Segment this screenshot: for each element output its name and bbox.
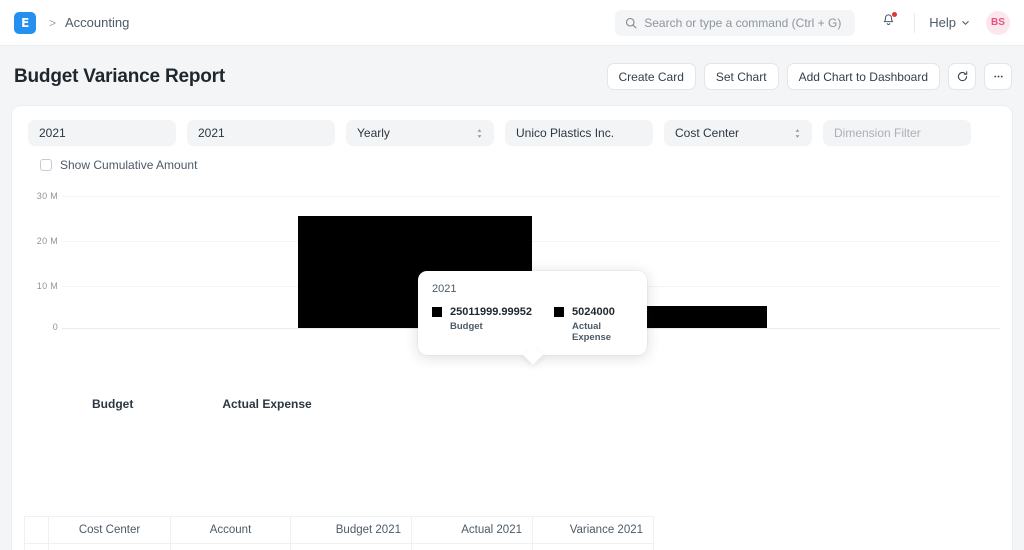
tooltip-item-budget: 25011999.99952 Budget [432,306,532,343]
filter-cell-index[interactable] [24,543,49,550]
tooltip-label-actual-expense: Actual Expense [571,321,612,343]
dimension-value: Cost Center [675,126,740,140]
tooltip-swatch-budget [432,307,442,317]
page-header: Budget Variance Report Create Card Set C… [0,46,1024,105]
refresh-button[interactable] [948,63,976,90]
periodicity-select[interactable]: Yearly [346,120,494,146]
ellipsis-icon [993,75,1003,78]
filter-cell-account[interactable] [170,543,291,550]
from-fiscal-year-filter[interactable]: 2021 [28,120,176,146]
select-arrows-icon [476,128,483,139]
column-header-variance-2021[interactable]: Variance 2021 [532,516,654,544]
report-card: 2021 2021 Yearly Unico Plastics Inc. Cos… [11,105,1013,550]
table-filter-row [24,543,654,550]
legend-marker-actual-expense [206,399,216,409]
top-navbar: E > Accounting Search or type a command … [0,0,1024,46]
more-options-button[interactable] [984,63,1012,90]
notification-badge [892,11,898,17]
from-fiscal-year-value: 2021 [39,126,66,140]
company-filter[interactable]: Unico Plastics Inc. [505,120,653,146]
company-value: Unico Plastics Inc. [516,126,615,140]
legend-label-budget: Budget [92,397,134,411]
notifications-button[interactable] [877,9,900,37]
navbar-right-group: Search or type a command (Ctrl + G) Help… [615,9,1010,37]
refresh-icon [957,71,967,82]
periodicity-value: Yearly [357,126,390,140]
y-tick-1: 10 M [36,281,58,291]
tooltip-value-budget: 25011999.99952 [450,306,532,318]
y-tick-0: 0 [52,322,58,332]
legend-item-budget[interactable]: Budget [76,397,133,411]
column-header-index [24,516,49,544]
app-logo-icon[interactable]: E [14,11,36,34]
tooltip-items: 25011999.99952 Budget 5024000 Actual Exp… [432,306,633,343]
column-header-account[interactable]: Account [170,516,291,544]
dimension-filter-input[interactable]: Dimension Filter [823,120,971,146]
legend-item-actual-expense[interactable]: Actual Expense [206,397,312,411]
column-header-budget-2021[interactable]: Budget 2021 [290,516,412,544]
y-tick-3: 30 M [36,191,58,201]
set-chart-button[interactable]: Set Chart [703,63,779,90]
column-header-cost-center[interactable]: Cost Center [48,516,171,544]
filter-cell-actual[interactable] [411,543,533,550]
page-title: Budget Variance Report [14,65,225,87]
avatar[interactable]: BS [986,10,1010,35]
breadcrumb-separator-icon: > [49,15,57,30]
filter-cell-budget[interactable] [290,543,412,550]
dimension-filter-placeholder: Dimension Filter [834,126,921,140]
dimension-select[interactable]: Cost Center [664,120,812,146]
tooltip-swatch-actual-expense [553,307,564,317]
page-actions: Create Card Set Chart Add Chart to Dashb… [606,63,1012,90]
search-input[interactable]: Search or type a command (Ctrl + G) [615,9,856,36]
navbar-divider [914,12,916,33]
tooltip-label-budget: Budget [450,321,483,332]
show-cumulative-amount-label: Show Cumulative Amount [60,158,198,172]
chart-legend: Budget Actual Expense [12,397,1012,411]
gridline-30m [62,196,1000,197]
y-tick-2: 20 M [36,236,58,246]
tooltip-value-actual-expense: 5024000 [571,306,615,318]
select-arrows-icon [794,128,801,139]
chevron-down-icon [962,21,969,25]
filter-row: 2021 2021 Yearly Unico Plastics Inc. Cos… [12,106,1012,146]
add-chart-to-dashboard-button[interactable]: Add Chart to Dashboard [786,63,940,90]
show-cumulative-amount-checkbox[interactable] [40,159,52,171]
legend-label-actual-expense: Actual Expense [222,397,312,411]
create-card-button[interactable]: Create Card [606,63,696,90]
legend-marker-budget [76,399,85,409]
table-header-row: Cost Center Account Budget 2021 Actual 2… [24,516,654,544]
search-placeholder: Search or type a command (Ctrl + G) [644,15,842,30]
tooltip-title: 2021 [432,283,457,295]
help-label: Help [929,15,956,30]
to-fiscal-year-value: 2021 [198,126,225,140]
filter-cell-variance[interactable] [532,543,654,550]
tooltip-item-actual-expense: 5024000 Actual Expense [553,306,633,343]
to-fiscal-year-filter[interactable]: 2021 [187,120,335,146]
help-menu[interactable]: Help [929,15,970,30]
search-icon [626,17,637,28]
cumulative-amount-row: Show Cumulative Amount [12,146,1012,172]
column-header-actual-2021[interactable]: Actual 2021 [411,516,533,544]
filter-cell-cost-center[interactable] [48,543,171,550]
breadcrumb-accounting[interactable]: Accounting [65,15,129,30]
chart-tooltip: 2021 25011999.99952 Budget 5024000 Actua… [418,271,647,365]
variance-table: Cost Center Account Budget 2021 Actual 2… [24,516,1000,550]
